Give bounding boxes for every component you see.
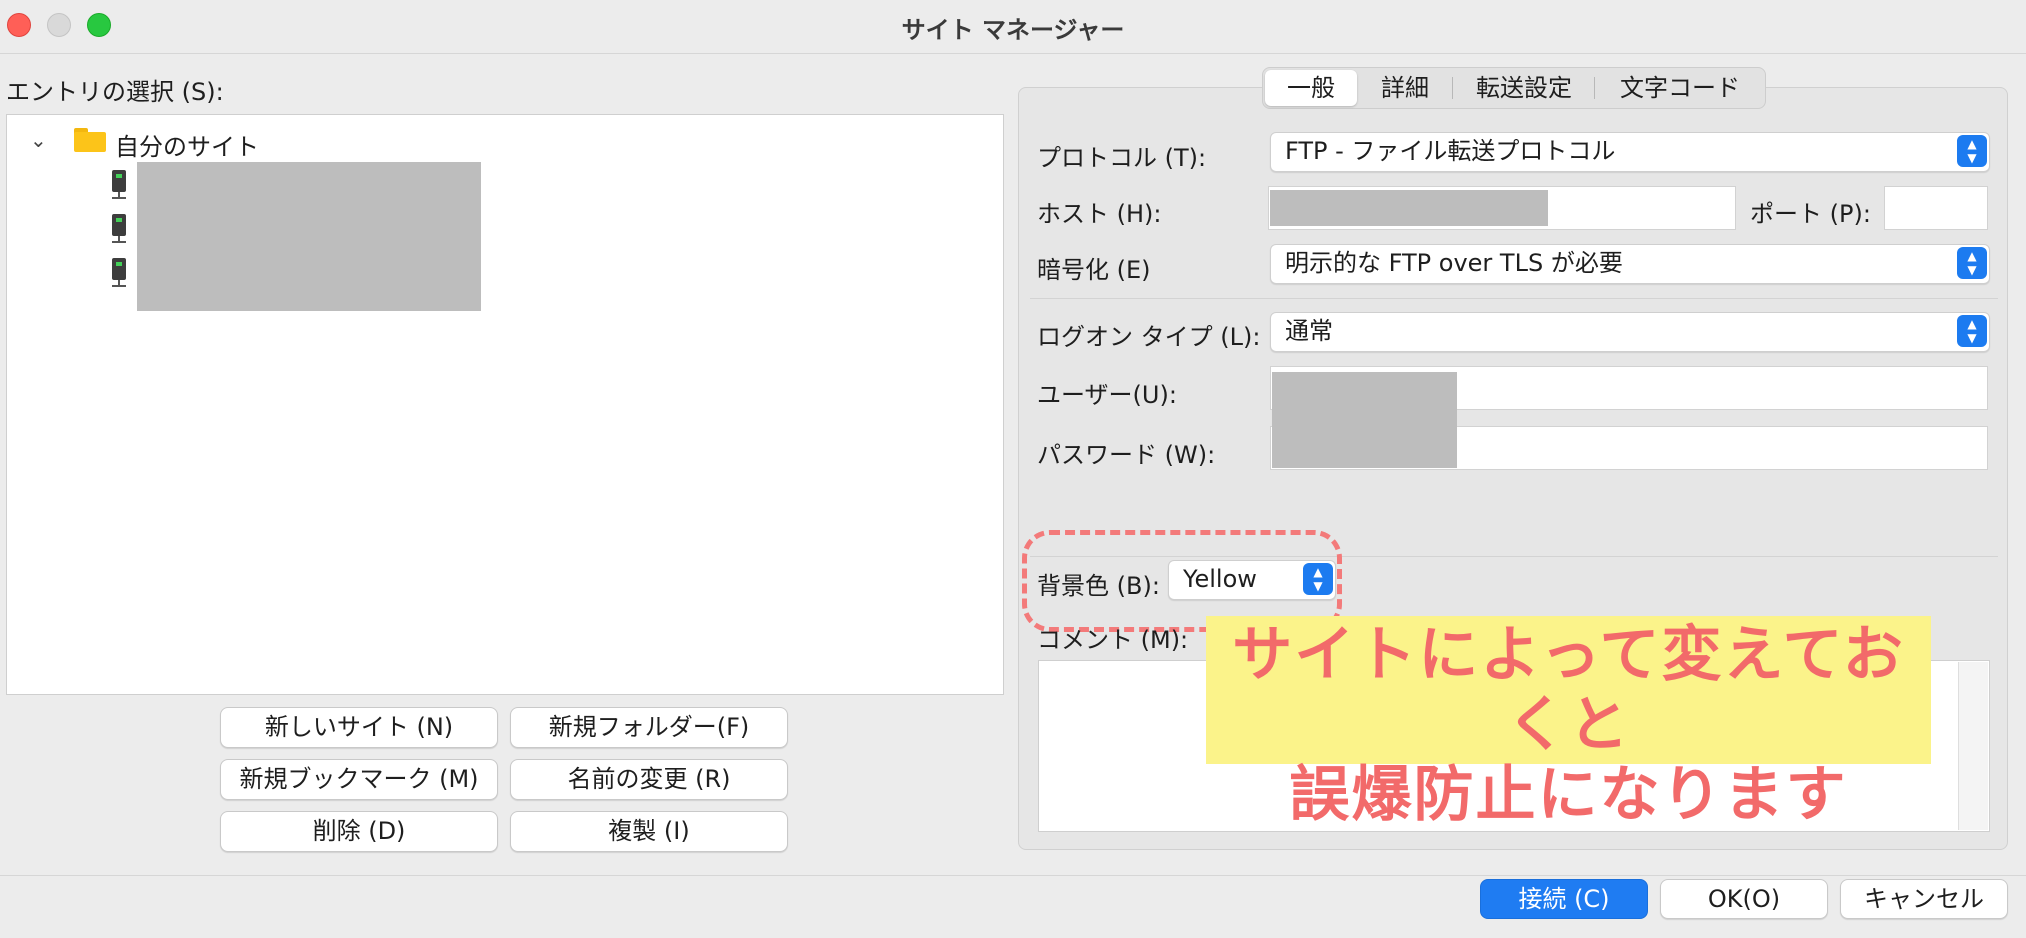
tab-separator (1594, 77, 1595, 99)
comment-scrollbar[interactable] (1958, 662, 1988, 830)
duplicate-button[interactable]: 複製 (I) (510, 811, 788, 852)
port-label: ポート (P): (1750, 200, 1871, 228)
new-folder-button[interactable]: 新規フォルダー(F) (510, 707, 788, 748)
footer-divider (0, 875, 2026, 876)
port-field[interactable] (1884, 186, 1988, 230)
new-site-button[interactable]: 新しいサイト (N) (220, 707, 498, 748)
rename-button[interactable]: 名前の変更 (R) (510, 759, 788, 800)
protocol-value: FTP - ファイル転送プロトコル (1285, 137, 1616, 165)
server-icon[interactable] (112, 170, 126, 199)
redacted-credentials (1272, 372, 1457, 468)
logon-type-value: 通常 (1285, 317, 1333, 345)
tab-transfer-settings[interactable]: 転送設定 (1456, 70, 1592, 106)
annotation-line-2: 誤爆防止になります (1289, 760, 1848, 830)
tab-charset[interactable]: 文字コード (1598, 70, 1762, 106)
server-icon[interactable] (112, 258, 126, 287)
window-title: サイト マネージャー (901, 16, 1125, 44)
user-label: ユーザー(U): (1037, 381, 1177, 409)
tab-separator (1452, 77, 1453, 99)
logon-type-label: ログオン タイプ (L): (1037, 323, 1261, 351)
folder-icon (74, 128, 106, 152)
comment-label: コメント (M): (1037, 626, 1189, 654)
annotation-note: サイトによって変えておくと 誤爆防止になります (1206, 616, 1931, 830)
encryption-label: 暗号化 (E) (1037, 256, 1151, 284)
cancel-button[interactable]: キャンセル (1840, 879, 2008, 919)
encryption-select[interactable]: 明示的な FTP over TLS が必要 ▲ ▼ (1270, 244, 1990, 284)
connect-button[interactable]: 接続 (C) (1480, 879, 1648, 919)
server-icon[interactable] (112, 214, 126, 243)
tab-general[interactable]: 一般 (1265, 70, 1357, 106)
new-bookmark-button[interactable]: 新規ブックマーク (M) (220, 759, 498, 800)
annotation-line-1: サイトによって変えておくと (1232, 620, 1905, 760)
logon-type-select[interactable]: 通常 ▲ ▼ (1270, 312, 1990, 352)
redacted-host (1270, 190, 1548, 226)
select-arrows-icon: ▲ ▼ (1957, 315, 1987, 347)
select-arrows-icon: ▲ ▼ (1957, 247, 1987, 279)
ok-button[interactable]: OK(O) (1660, 879, 1828, 919)
delete-button[interactable]: 削除 (D) (220, 811, 498, 852)
protocol-label: プロトコル (T): (1037, 144, 1207, 172)
protocol-select[interactable]: FTP - ファイル転送プロトコル ▲ ▼ (1270, 132, 1990, 172)
redacted-site-names (137, 162, 481, 311)
password-label: パスワード (W): (1037, 441, 1216, 469)
tree-root-label[interactable]: 自分のサイト (115, 127, 259, 162)
host-label: ホスト (H): (1037, 200, 1162, 228)
chevron-down-icon[interactable]: ⌄ (30, 128, 47, 152)
entry-select-label: エントリの選択 (S): (6, 78, 224, 106)
encryption-value: 明示的な FTP over TLS が必要 (1285, 249, 1623, 277)
tab-advanced[interactable]: 詳細 (1360, 70, 1450, 106)
select-arrows-icon: ▲ ▼ (1957, 135, 1987, 167)
section-divider (1030, 298, 1998, 299)
